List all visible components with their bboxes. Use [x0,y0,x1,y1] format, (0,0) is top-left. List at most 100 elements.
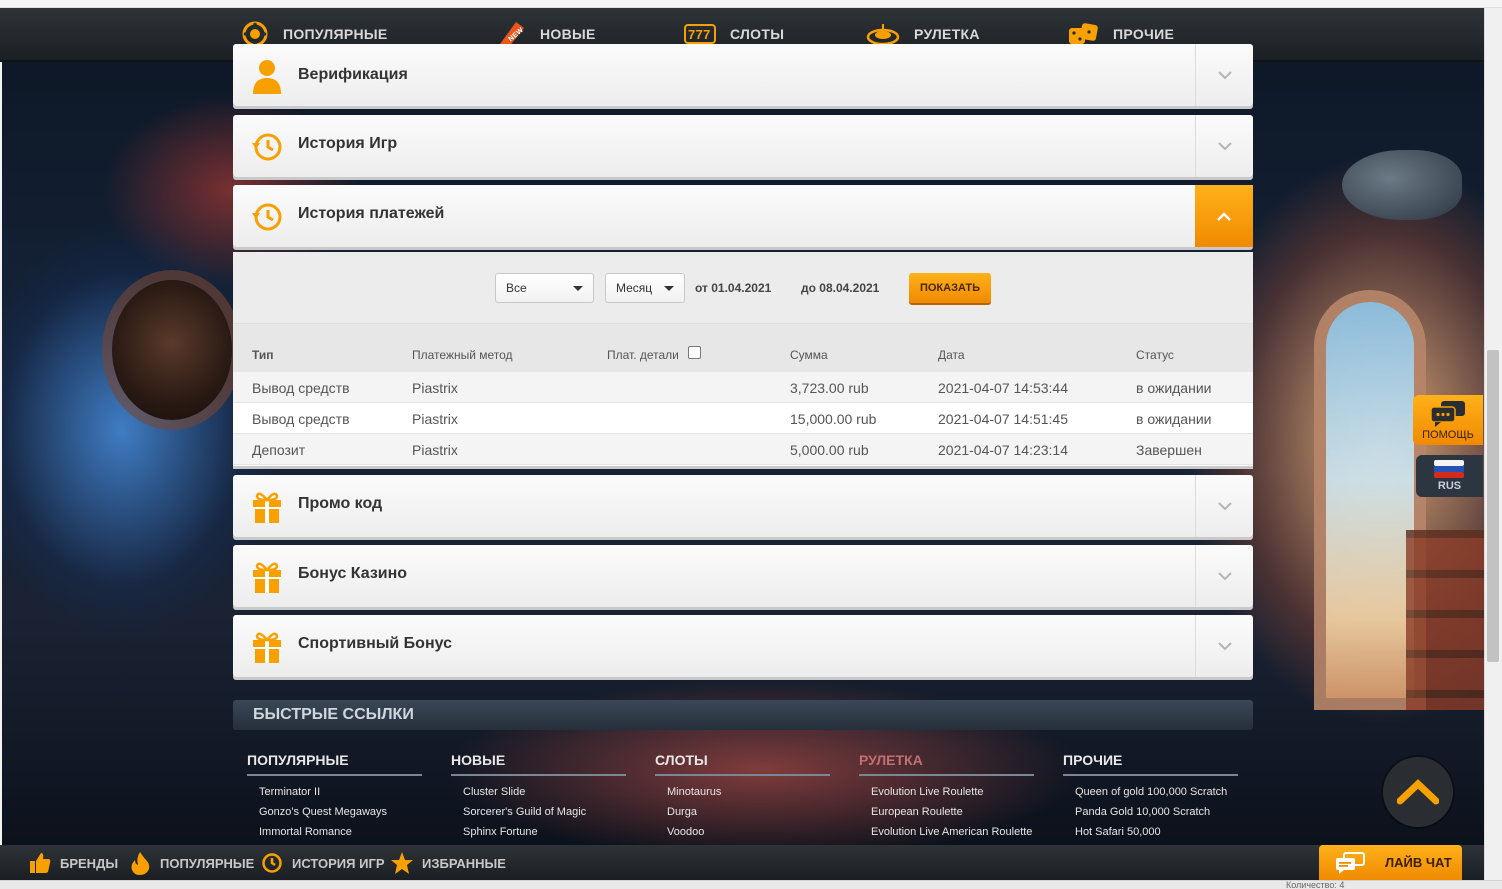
accordion-sport-bonus[interactable]: Спортивный Бонус [233,615,1253,677]
period-value: Месяц [616,281,653,295]
bottom-popular[interactable]: ПОПУЛЯРНЫЕ [128,845,254,881]
star-icon [390,851,414,875]
col-date: Дата [938,348,965,362]
scroll-to-top-button[interactable] [1383,757,1453,827]
quick-link[interactable]: Hot Safari 50,000 [1063,822,1238,842]
quick-links-column-slots: СЛОТЫ Minotaurus Durga Voodoo [655,752,830,842]
viewport: ПОПУЛЯРНЫЕ NEW НОВЫЕ 777 СЛОТЫ РУЛЕТКА П… [0,0,1502,889]
row-status: в ожидании [1136,380,1212,396]
row-amount: 5,000.00 rub [790,442,869,458]
quick-links-title: БЫСТРЫЕ ССЫЛКИ [253,706,414,723]
quick-links-head[interactable]: СЛОТЫ [655,752,830,776]
quick-link[interactable]: European Roulette [859,802,1034,822]
language-label: RUS [1437,480,1462,492]
quick-link[interactable]: Evolution Live Roulette [859,782,1034,802]
period-select[interactable]: Месяц [605,273,685,303]
accordion-game-history-toggle[interactable] [1195,115,1253,177]
quick-links-head[interactable]: ПОПУЛЯРНЫЕ [247,752,422,776]
accordion-casino-bonus[interactable]: Бонус Казино [233,545,1253,607]
bottom-favorites[interactable]: ИЗБРАННЫЕ [390,845,506,881]
row-date: 2021-04-07 14:23:14 [938,442,1068,458]
chevron-up-icon [1397,779,1439,805]
accordion-sport-bonus-title: Спортивный Бонус [298,635,453,652]
gift-icon [249,629,285,665]
col-status: Статус [1136,348,1174,362]
quick-links-head[interactable]: НОВЫЕ [451,752,626,776]
quick-link[interactable]: Gonzo's Quest Megaways [247,802,422,822]
thumbs-up-icon [28,851,52,875]
row-type: Депозит [252,442,306,458]
history-icon [249,199,285,235]
chat-bubbles-icon [1430,401,1465,427]
accordion-promo[interactable]: Промо код [233,475,1253,537]
bottom-favorites-label: ИЗБРАННЫЕ [422,855,506,871]
quick-link[interactable]: Immortal Romance [247,822,422,842]
date-from[interactable]: от 01.04.2021 [695,281,771,295]
quick-link[interactable]: Terminator II [247,782,422,802]
svg-text:777: 777 [688,27,711,42]
quick-links-column-other: ПРОЧИЕ Queen of gold 100,000 Scratch Pan… [1063,752,1238,842]
table-row: Вывод средств Piastrix 15,000.00 rub 202… [233,403,1253,434]
fire-icon [128,851,152,875]
quick-link[interactable]: Panda Gold 10,000 Scratch [1063,802,1238,822]
bottom-brands[interactable]: БРЕНДЫ [28,845,118,881]
date-to[interactable]: до 08.04.2021 [801,281,879,295]
nav-popular-label: ПОПУЛЯРНЫЕ [283,26,388,42]
quick-link[interactable]: Queen of gold 100,000 Scratch [1063,782,1238,802]
accordion-verification-toggle[interactable] [1195,44,1253,106]
quick-links-column-roulette: РУЛЕТКА Evolution Live Roulette European… [859,752,1034,842]
bottom-game-history[interactable]: ИСТОРИЯ ИГР [260,845,385,881]
col-details: Плат. детали [607,348,679,362]
accordion-promo-toggle[interactable] [1195,475,1253,537]
chat-bubbles-icon [1335,851,1365,875]
help-widget[interactable]: ПОМОЩЬ [1413,395,1483,445]
accordion-payment-history-toggle[interactable] [1195,185,1253,247]
quick-link[interactable]: Durga [655,802,830,822]
status-count: Количество: 4 [1286,880,1345,889]
accordion-payment-history[interactable]: История платежей [233,185,1253,247]
quick-links-column-new: НОВЫЕ Cluster Slide Sorcerer's Guild of … [451,752,626,842]
scrollbar-thumb[interactable] [1487,350,1499,662]
payments-table-header [233,324,1253,372]
history-icon [249,129,285,165]
accordion-game-history[interactable]: История Игр [233,115,1253,177]
browser-top-strip [0,0,1502,8]
help-label: ПОМОЩЬ [1422,429,1474,441]
quick-link[interactable]: Sorcerer's Guild of Magic [451,802,626,822]
row-status: в ожидании [1136,411,1212,427]
quick-link[interactable]: Minotaurus [655,782,830,802]
bottom-popular-label: ПОПУЛЯРНЫЕ [160,855,255,871]
quick-links-header: БЫСТРЫЕ ССЫЛКИ [233,700,1253,730]
quick-links-head[interactable]: РУЛЕТКА [859,752,1034,776]
quick-link[interactable]: Sphinx Fortune [451,822,626,842]
bottom-bar: БРЕНДЫ ПОПУЛЯРНЫЕ ИСТОРИЯ ИГР ИЗБРАННЫЕ [0,845,1484,881]
quick-links-column-popular: ПОПУЛЯРНЫЕ Terminator II Gonzo's Quest M… [247,752,422,842]
accordion-verification[interactable]: Верификация [233,44,1253,106]
live-chat-label: ЛАЙВ ЧАТ [1385,855,1452,870]
bottom-game-history-label: ИСТОРИЯ ИГР [292,855,385,871]
accordion-game-history-title: История Игр [298,135,398,152]
gift-icon [249,489,285,525]
caret-down-icon [573,286,583,291]
payment-filter-bar: Все Месяц от 01.04.2021 до 08.04.2021 ПО… [233,252,1253,324]
quick-link[interactable]: Evolution Live American Roulette [859,822,1034,842]
accordion-promo-title: Промо код [298,495,383,512]
accordion-sport-bonus-toggle[interactable] [1195,615,1253,677]
row-type: Вывод средств [252,380,350,396]
show-button[interactable]: ПОКАЗАТЬ [909,273,991,303]
details-checkbox[interactable] [688,346,701,359]
language-selector[interactable]: RUS [1416,455,1483,497]
accordion-casino-bonus-toggle[interactable] [1195,545,1253,607]
row-date: 2021-04-07 14:51:45 [938,411,1068,427]
payment-type-select[interactable]: Все [495,273,594,303]
row-amount: 3,723.00 rub [790,380,869,396]
row-status: Завершен [1136,442,1202,458]
nav-roulette-label: РУЛЕТКА [914,26,980,42]
browser-status-strip: Количество: 4 [0,880,1502,889]
quick-link[interactable]: Cluster Slide [451,782,626,802]
live-chat-button[interactable]: ЛАЙВ ЧАТ [1319,845,1462,880]
diving-helmet-art [112,280,232,420]
user-icon [249,58,285,94]
quick-links-head[interactable]: ПРОЧИЕ [1063,752,1238,776]
quick-link[interactable]: Voodoo [655,822,830,842]
